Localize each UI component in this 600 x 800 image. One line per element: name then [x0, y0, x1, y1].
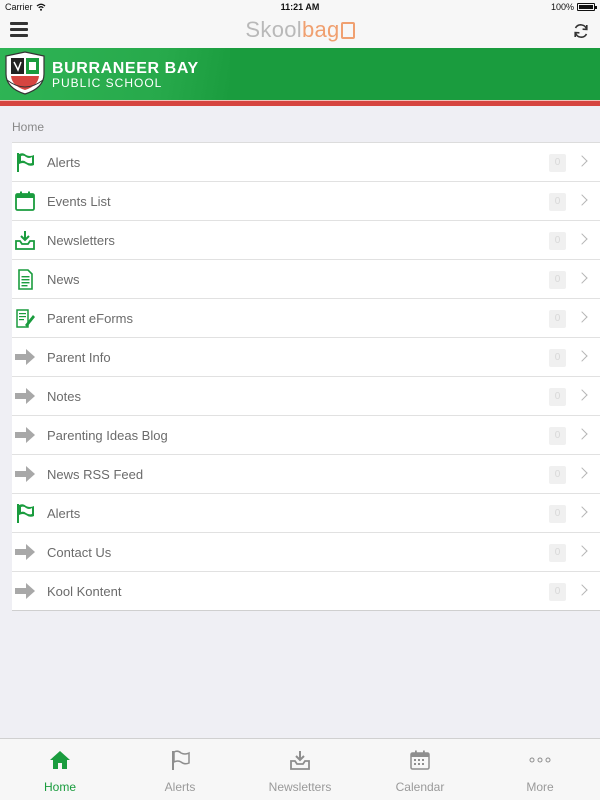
count-badge: 0	[549, 427, 566, 445]
tab-home[interactable]: Home	[0, 739, 120, 800]
count-badge: 0	[549, 310, 566, 328]
arrow-right-icon	[14, 424, 36, 446]
arrow-right-icon	[14, 463, 36, 485]
brand-part2: bag	[301, 17, 340, 42]
list-item-label: Parent Info	[47, 349, 111, 365]
count-badge: 0	[549, 388, 566, 406]
chevron-right-icon	[576, 584, 588, 596]
list-item[interactable]: News RSS Feed 0	[12, 455, 600, 494]
top-navbar: Skoolbag	[0, 14, 600, 48]
chevron-right-icon	[576, 194, 588, 206]
document-icon	[14, 268, 36, 290]
chevron-right-icon	[576, 428, 588, 440]
home-icon	[48, 749, 72, 771]
count-badge: 0	[549, 271, 566, 289]
brand-part1: Skool	[245, 17, 302, 42]
count-badge: 0	[549, 544, 566, 562]
refresh-icon[interactable]	[572, 22, 590, 40]
arrow-right-icon	[14, 346, 36, 368]
menu-list: Alerts 0 Events List 0 Newsletters 0 New…	[12, 142, 600, 611]
count-badge: 0	[549, 193, 566, 211]
tab-alerts[interactable]: Alerts	[120, 739, 240, 800]
chevron-right-icon	[576, 545, 588, 557]
tab-label: More	[526, 780, 554, 794]
list-item-label: Alerts	[47, 505, 81, 521]
calendar-icon	[408, 749, 432, 771]
count-badge: 0	[549, 583, 566, 601]
arrow-right-icon	[14, 385, 36, 407]
list-item[interactable]: Alerts 0	[12, 143, 600, 182]
inbox-download-icon	[288, 749, 312, 771]
list-item[interactable]: News 0	[12, 260, 600, 299]
list-item-label: Kool Kontent	[47, 583, 122, 599]
chevron-right-icon	[576, 155, 588, 167]
tab-calendar[interactable]: Calendar	[360, 739, 480, 800]
app-brand-logo: Skoolbag	[0, 17, 600, 43]
count-badge: 0	[549, 505, 566, 523]
count-badge: 0	[549, 154, 566, 172]
calendar-icon	[14, 190, 36, 212]
list-item-label: Newsletters	[47, 232, 115, 248]
chevron-right-icon	[576, 467, 588, 479]
status-time: 11:21 AM	[280, 2, 320, 12]
chevron-right-icon	[576, 350, 588, 362]
school-name: BURRANEER BAY	[52, 60, 199, 77]
tab-label: Calendar	[395, 780, 445, 794]
list-item-label: Notes	[47, 388, 81, 404]
list-item[interactable]: Parent eForms 0	[12, 299, 600, 338]
flag-icon	[14, 151, 36, 173]
list-item[interactable]: Kool Kontent 0	[12, 572, 600, 611]
school-banner: BURRANEER BAY PUBLIC SCHOOL	[0, 48, 600, 106]
list-item[interactable]: Alerts 0	[12, 494, 600, 533]
tab-label: Newsletters	[268, 780, 332, 794]
count-badge: 0	[549, 232, 566, 250]
book-icon	[340, 22, 355, 39]
chevron-right-icon	[576, 389, 588, 401]
battery-group: 100%	[550, 2, 597, 12]
chevron-right-icon	[576, 233, 588, 245]
list-item[interactable]: Parent Info 0	[12, 338, 600, 377]
list-item-label: News RSS Feed	[47, 466, 144, 482]
list-item[interactable]: Events List 0	[12, 182, 600, 221]
list-item-label: Parenting Ideas Blog	[47, 427, 168, 443]
tab-label: Home	[43, 780, 76, 794]
chevron-right-icon	[576, 506, 588, 518]
tab-newsletters[interactable]: Newsletters	[240, 739, 360, 800]
list-item-label: Parent eForms	[47, 310, 133, 326]
form-edit-icon	[14, 307, 36, 329]
list-item[interactable]: Contact Us 0	[12, 533, 600, 572]
battery-percent: 100%	[550, 2, 574, 12]
list-item-label: Alerts	[47, 154, 81, 170]
chevron-right-icon	[576, 272, 588, 284]
chevron-right-icon	[576, 311, 588, 323]
breadcrumb: Home	[12, 120, 45, 134]
inbox-download-icon	[14, 229, 36, 251]
status-bar: Carrier 11:21 AM 100%	[0, 0, 600, 14]
school-crest-logo	[5, 51, 45, 95]
list-item-label: Events List	[47, 193, 111, 209]
tab-label: Alerts	[164, 780, 196, 794]
list-item[interactable]: Notes 0	[12, 377, 600, 416]
list-item[interactable]: Parenting Ideas Blog 0	[12, 416, 600, 455]
list-item-label: News	[47, 271, 80, 287]
list-item[interactable]: Newsletters 0	[12, 221, 600, 260]
count-badge: 0	[549, 466, 566, 484]
count-badge: 0	[549, 349, 566, 367]
flag-icon	[168, 749, 192, 771]
arrow-right-icon	[14, 580, 36, 602]
bottom-tab-bar: Home Alerts Newsletters Calendar More	[0, 738, 600, 800]
list-item-label: Contact Us	[47, 544, 112, 560]
arrow-right-icon	[14, 541, 36, 563]
school-subtitle: PUBLIC SCHOOL	[52, 76, 163, 90]
battery-icon	[577, 3, 597, 11]
tab-more[interactable]: More	[480, 739, 600, 800]
more-dots-icon	[528, 749, 552, 771]
flag-icon	[14, 502, 36, 524]
